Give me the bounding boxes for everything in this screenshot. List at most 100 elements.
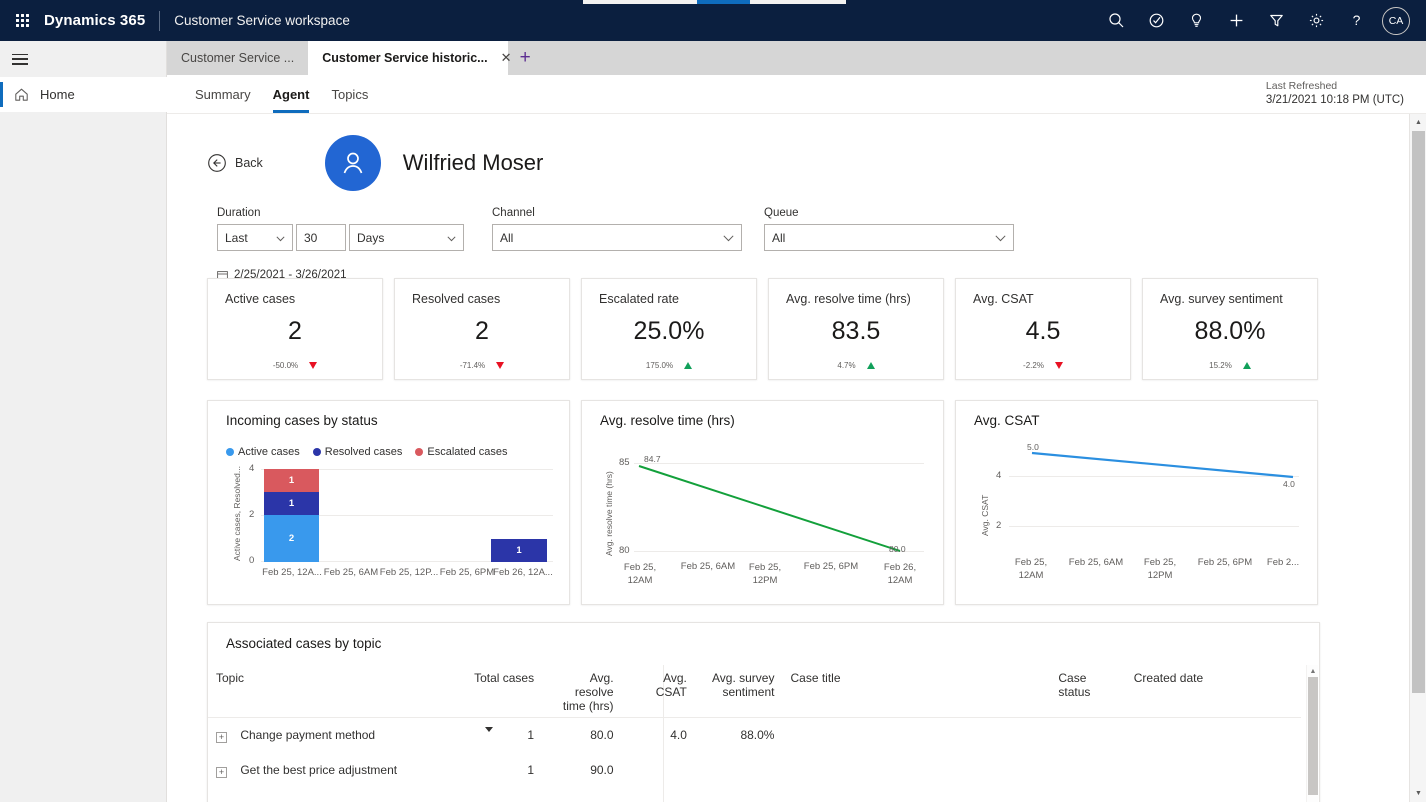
cell-topic-label: Get the best price adjustment bbox=[240, 762, 398, 777]
bar-value-label: 1 bbox=[288, 475, 295, 486]
kpi-title: Escalated rate bbox=[599, 292, 679, 306]
kpi-card-avg-csat[interactable]: Avg. CSAT 4.5 -2.2% bbox=[955, 278, 1131, 380]
search-icon[interactable] bbox=[1096, 0, 1136, 41]
duration-amount-input[interactable]: 30 bbox=[296, 224, 346, 251]
table-scrollbar-thumb[interactable] bbox=[1308, 677, 1318, 795]
cell-topic-label: Change payment method bbox=[240, 727, 376, 742]
assistant-icon[interactable] bbox=[1136, 0, 1176, 41]
hamburger-icon[interactable] bbox=[0, 41, 167, 77]
chart-avg-resolve-time[interactable]: Avg. resolve time (hrs) Avg. resolve tim… bbox=[581, 400, 944, 605]
brand-title[interactable]: Dynamics 365 bbox=[44, 12, 159, 29]
cell-avg-csat bbox=[622, 753, 695, 788]
scroll-down-icon[interactable]: ▼ bbox=[1410, 785, 1426, 802]
column-header-label: Avg. CSAT bbox=[655, 671, 687, 699]
column-header-case-title[interactable]: Case title bbox=[782, 665, 1050, 718]
channel-select[interactable]: All bbox=[492, 224, 742, 251]
table-row[interactable]: + Get the best price adjustment 1 90.0 bbox=[208, 753, 1301, 788]
column-header-avg-csat[interactable]: Avg. CSAT bbox=[622, 665, 695, 718]
kpi-card-resolved-cases[interactable]: Resolved cases 2 -71.4% bbox=[394, 278, 570, 380]
page-loading-bar bbox=[0, 0, 1426, 5]
expand-icon[interactable]: + bbox=[216, 766, 227, 778]
column-header-case-status[interactable]: Case status bbox=[1050, 665, 1125, 718]
kpi-card-active-cases[interactable]: Active cases 2 -50.0% bbox=[207, 278, 383, 380]
x-tick-label: Feb 25, 12AM bbox=[1014, 557, 1048, 582]
duration-amount-value: 30 bbox=[304, 230, 318, 245]
bar-value-label: 2 bbox=[288, 533, 295, 544]
chart-incoming-cases-by-status[interactable]: Incoming cases by status Active cases Re… bbox=[207, 400, 570, 605]
kpi-value: 2 bbox=[475, 317, 489, 345]
duration-unit-select[interactable]: Days bbox=[349, 224, 464, 251]
table-scrollbar[interactable]: ▲ bbox=[1306, 665, 1318, 802]
associated-cases-table: Topic Total cases Avg. resolve time (hrs… bbox=[208, 665, 1321, 802]
kpi-title: Resolved cases bbox=[412, 292, 501, 306]
app-tab-customer-service[interactable]: Customer Service ... bbox=[167, 41, 308, 75]
point-label: 84.7 bbox=[644, 454, 661, 464]
tab-agent[interactable]: Agent bbox=[262, 75, 321, 114]
x-tick-label: Feb 2... bbox=[1266, 557, 1300, 568]
kpi-card-avg-survey-sentiment[interactable]: Avg. survey sentiment 88.0% 15.2% bbox=[1142, 278, 1318, 380]
avatar[interactable]: CA bbox=[1382, 6, 1410, 35]
loading-fill bbox=[697, 0, 750, 4]
chart-avg-csat[interactable]: Avg. CSAT Avg. CSAT 4 2 5.0 4.0 Feb 25, … bbox=[955, 400, 1318, 605]
expand-icon[interactable]: + bbox=[216, 731, 227, 743]
page-scrollbar[interactable]: ▲ ▼ bbox=[1409, 114, 1426, 802]
svg-text:?: ? bbox=[1352, 12, 1360, 28]
table-row[interactable]: + Change payment method 1 80.0 4.0 88.0% bbox=[208, 717, 1301, 753]
scroll-up-icon[interactable]: ▲ bbox=[1410, 114, 1426, 131]
queue-select[interactable]: All bbox=[764, 224, 1014, 251]
tab-topics[interactable]: Topics bbox=[320, 75, 379, 114]
column-header-created-date[interactable]: Created date bbox=[1126, 665, 1301, 718]
agent-avatar bbox=[324, 135, 381, 191]
tab-summary[interactable]: Summary bbox=[184, 75, 262, 114]
back-button-label: Back bbox=[235, 156, 263, 170]
app-tab-label: Customer Service historic... bbox=[322, 51, 488, 65]
column-header-total-cases[interactable]: Total cases bbox=[463, 665, 542, 732]
last-refreshed: Last Refreshed 3/21/2021 10:18 PM (UTC) bbox=[1266, 79, 1426, 109]
cell-avg-csat: 4.0 bbox=[621, 717, 695, 753]
bar-segment-escalated[interactable]: 1 bbox=[264, 469, 319, 492]
avatar-initials: CA bbox=[1388, 14, 1404, 27]
duration-controls: Last 30 Days bbox=[217, 224, 464, 251]
app-launcher-icon[interactable] bbox=[0, 0, 44, 41]
sidebar-item-home[interactable]: Home bbox=[0, 77, 167, 112]
column-header-topic[interactable]: Topic bbox=[208, 665, 463, 718]
y-axis-title: Active cases, Resolved... bbox=[232, 466, 242, 561]
queue-value: All bbox=[772, 230, 786, 245]
column-header-label: Created date bbox=[1133, 671, 1204, 685]
kpi-card-escalated-rate[interactable]: Escalated rate 25.0% 175.0% bbox=[581, 278, 757, 380]
kpi-delta: -50.0% bbox=[208, 361, 382, 370]
page-scrollbar-thumb[interactable] bbox=[1412, 131, 1425, 693]
kpi-title: Avg. survey sentiment bbox=[1160, 292, 1283, 306]
plus-icon[interactable] bbox=[1216, 0, 1256, 41]
column-header-avg-survey-sentiment[interactable]: Avg. survey sentiment bbox=[695, 665, 783, 718]
bar-segment-resolved[interactable]: 1 bbox=[491, 539, 547, 562]
chevron-down-icon bbox=[989, 231, 1006, 245]
cell-created-date bbox=[1126, 753, 1301, 788]
hamburger-lines bbox=[12, 53, 28, 65]
back-button[interactable]: Back bbox=[207, 153, 263, 173]
kpi-value: 83.5 bbox=[831, 317, 881, 345]
waffle-grid bbox=[15, 14, 29, 27]
channel-filter: Channel All bbox=[492, 207, 742, 251]
dashboard-canvas: Back Wilfried Moser Duration Last 30 Day… bbox=[167, 114, 1409, 802]
filter-icon[interactable] bbox=[1256, 0, 1296, 41]
column-header-avg-resolve-time[interactable]: Avg. resolve time (hrs) bbox=[542, 665, 621, 718]
kpi-delta: -2.2% bbox=[956, 361, 1130, 370]
gear-icon[interactable] bbox=[1296, 0, 1336, 41]
cell-avg-resolve-time: 90.0 bbox=[590, 763, 614, 777]
bar-segment-active[interactable]: 2 bbox=[264, 515, 319, 562]
y-tick-label: 4 bbox=[249, 463, 255, 474]
lightbulb-icon[interactable] bbox=[1176, 0, 1216, 41]
x-tick-label: Feb 25, 6AM bbox=[1068, 557, 1124, 568]
scroll-up-icon[interactable]: ▲ bbox=[1307, 665, 1319, 677]
kpi-delta: 15.2% bbox=[1143, 361, 1317, 370]
app-tab-customer-service-historical[interactable]: Customer Service historic... ✕ bbox=[308, 41, 511, 75]
bar-segment-resolved[interactable]: 1 bbox=[264, 492, 319, 515]
new-tab-icon[interactable]: + bbox=[508, 41, 542, 75]
duration-relative-select[interactable]: Last bbox=[217, 224, 293, 251]
help-icon[interactable]: ? bbox=[1336, 0, 1376, 41]
kpi-card-avg-resolve-time[interactable]: Avg. resolve time (hrs) 83.5 4.7% bbox=[768, 278, 944, 380]
cell-case-title bbox=[782, 753, 1050, 788]
kpi-delta-value: 15.2% bbox=[1209, 361, 1232, 370]
cell-avg-survey-sentiment: 88.0% bbox=[694, 717, 783, 753]
